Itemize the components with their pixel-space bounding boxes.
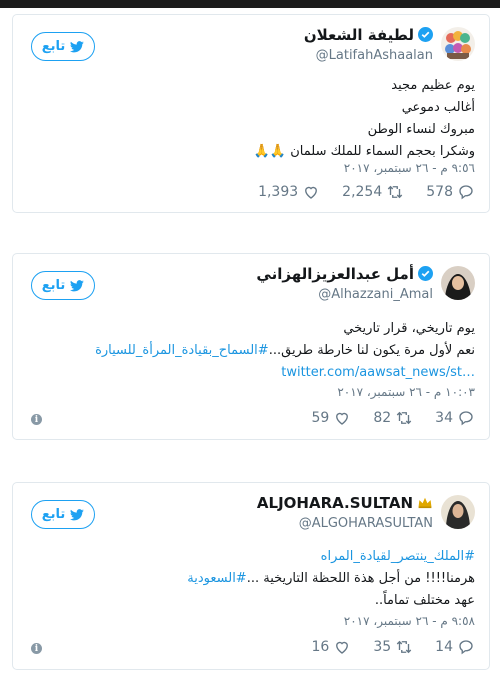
avatar[interactable] [441,266,475,300]
tweet-actions: 578 2,254 1,393 [258,183,475,201]
tweet-text-segment: هرمنا!!!! من أجل هذة اللحظة التاريخية ..… [246,571,475,586]
follow-button[interactable]: تابع [31,271,95,300]
twitter-bird-icon [70,279,85,291]
tweet-actions: 14 35 16 [312,638,475,656]
like-icon [305,186,318,199]
retweet-button[interactable]: 2,254 [342,183,404,201]
tweet-line: عهد مختلف تماماً.. [374,593,475,608]
tweet-line: twitter.com/aawsat_news/st… [33,362,475,384]
retweet-count: 2,254 [342,184,383,200]
like-count: 1,393 [258,184,299,200]
user-name[interactable]: ALJOHARA.SULTAN [257,494,433,512]
like-button[interactable]: 1,393 [258,183,320,201]
like-button[interactable]: 16 [312,638,352,656]
crown-icon [418,497,432,509]
tweet-line: هرمنا!!!! من أجل هذة اللحظة التاريخية ..… [33,568,475,590]
like-icon [336,641,349,654]
reply-icon [459,411,473,426]
retweet-icon [396,411,412,425]
like-button[interactable]: 59 [312,409,352,427]
top-bar [0,0,500,8]
tweet-text-segment: نعم لأول مرة يكون لنا خارطة طريق... [268,343,475,358]
tweet-line: وشكرا بحجم السماء للملك سلمان 🙏🙏 [253,144,475,159]
follow-label: تابع [41,507,66,522]
reply-icon [459,640,473,655]
retweet-count: 35 [373,639,392,655]
retweet-button[interactable]: 82 [373,409,413,427]
tweet-text: #الملك_ينتصر_لقيادة_المراه هرمنا!!!! من … [33,546,475,612]
reply-icon [459,185,473,200]
avatar-image [441,495,475,529]
avatar[interactable] [441,495,475,529]
follow-button[interactable]: تابع [31,500,95,529]
retweet-button[interactable]: 35 [373,638,413,656]
retweet-icon [396,640,412,654]
tweet-timestamp[interactable]: ٩:٥٦ م - ٢٦ سبتمبر، ٢٠١٧ [344,161,475,175]
like-icon [336,412,349,425]
tweet-line: نعم لأول مرة يكون لنا خارطة طريق...#السم… [33,340,475,362]
tweet-card-amal: تابع أمل عبدالعزيزالهزاني @Alhazzani_Ama… [12,253,490,440]
tweet-line: مبروك لنساء الوطن [367,122,475,137]
follow-label: تابع [41,278,66,293]
tweet-actions: 34 82 59 [312,409,475,427]
verified-badge-icon [418,266,433,281]
verified-badge-icon [418,27,433,42]
user-name[interactable]: أمل عبدالعزيزالهزاني [256,265,433,283]
tweet-text: يوم عظيم مجيد أغالب دموعي مبروك لنساء ال… [33,75,475,163]
url-link[interactable]: twitter.com/aawsat_news/st… [281,365,475,380]
info-icon[interactable]: i [31,414,42,425]
twitter-bird-icon [70,40,85,52]
reply-count: 14 [435,639,453,655]
reply-button[interactable]: 34 [435,409,475,427]
user-name-text: لطيفة الشعلان [303,26,414,44]
like-count: 16 [311,639,330,655]
avatar-image [441,27,475,61]
avatar[interactable] [441,27,475,61]
tweet-line: يوم تاريخي، قرار تاريخي [343,321,475,336]
reply-count: 578 [426,184,453,200]
like-count: 59 [311,410,330,426]
hashtag-link[interactable]: #الملك_ينتصر_لقيادة_المراه [321,549,475,564]
tweet-timestamp[interactable]: ٩:٥٨ م - ٢٦ سبتمبر، ٢٠١٧ [344,614,475,628]
retweet-count: 82 [373,410,392,426]
hashtag-link[interactable]: #السعودية [187,571,246,586]
tweet-line: #الملك_ينتصر_لقيادة_المراه [33,546,475,568]
tweet-line: يوم عظيم مجيد [391,78,475,93]
follow-button[interactable]: تابع [31,32,95,61]
user-handle[interactable]: @Alhazzani_Amal [318,287,433,302]
tweet-card-latifah: تابع لطيفة الشعلان @LatifahAshaalan يوم … [12,14,490,213]
user-name-text: أمل عبدالعزيزالهزاني [256,265,414,283]
info-icon[interactable]: i [31,643,42,654]
twitter-bird-icon [70,508,85,520]
user-handle[interactable]: @ALGOHARASULTAN [299,516,433,531]
tweet-card-aljohara: تابع ALJOHARA.SULTAN @ALGOHARASULTAN #ال… [12,482,490,670]
follow-label: تابع [41,39,66,54]
reply-button[interactable]: 578 [426,183,475,201]
user-name-text: ALJOHARA.SULTAN [256,494,413,512]
retweet-icon [388,185,403,199]
reply-button[interactable]: 14 [435,638,475,656]
tweet-line: أغالب دموعي [401,100,475,115]
tweet-timestamp[interactable]: ١٠:٠٣ م - ٢٦ سبتمبر، ٢٠١٧ [337,385,475,399]
reply-count: 34 [435,410,453,426]
user-name[interactable]: لطيفة الشعلان [304,26,433,44]
tweet-text: يوم تاريخي، قرار تاريخي نعم لأول مرة يكو… [33,318,475,384]
user-handle[interactable]: @LatifahAshaalan [316,48,433,63]
hashtag-link[interactable]: #السماح_بقيادة_المرأة_للسيارة [95,343,269,358]
avatar-image [441,266,475,300]
